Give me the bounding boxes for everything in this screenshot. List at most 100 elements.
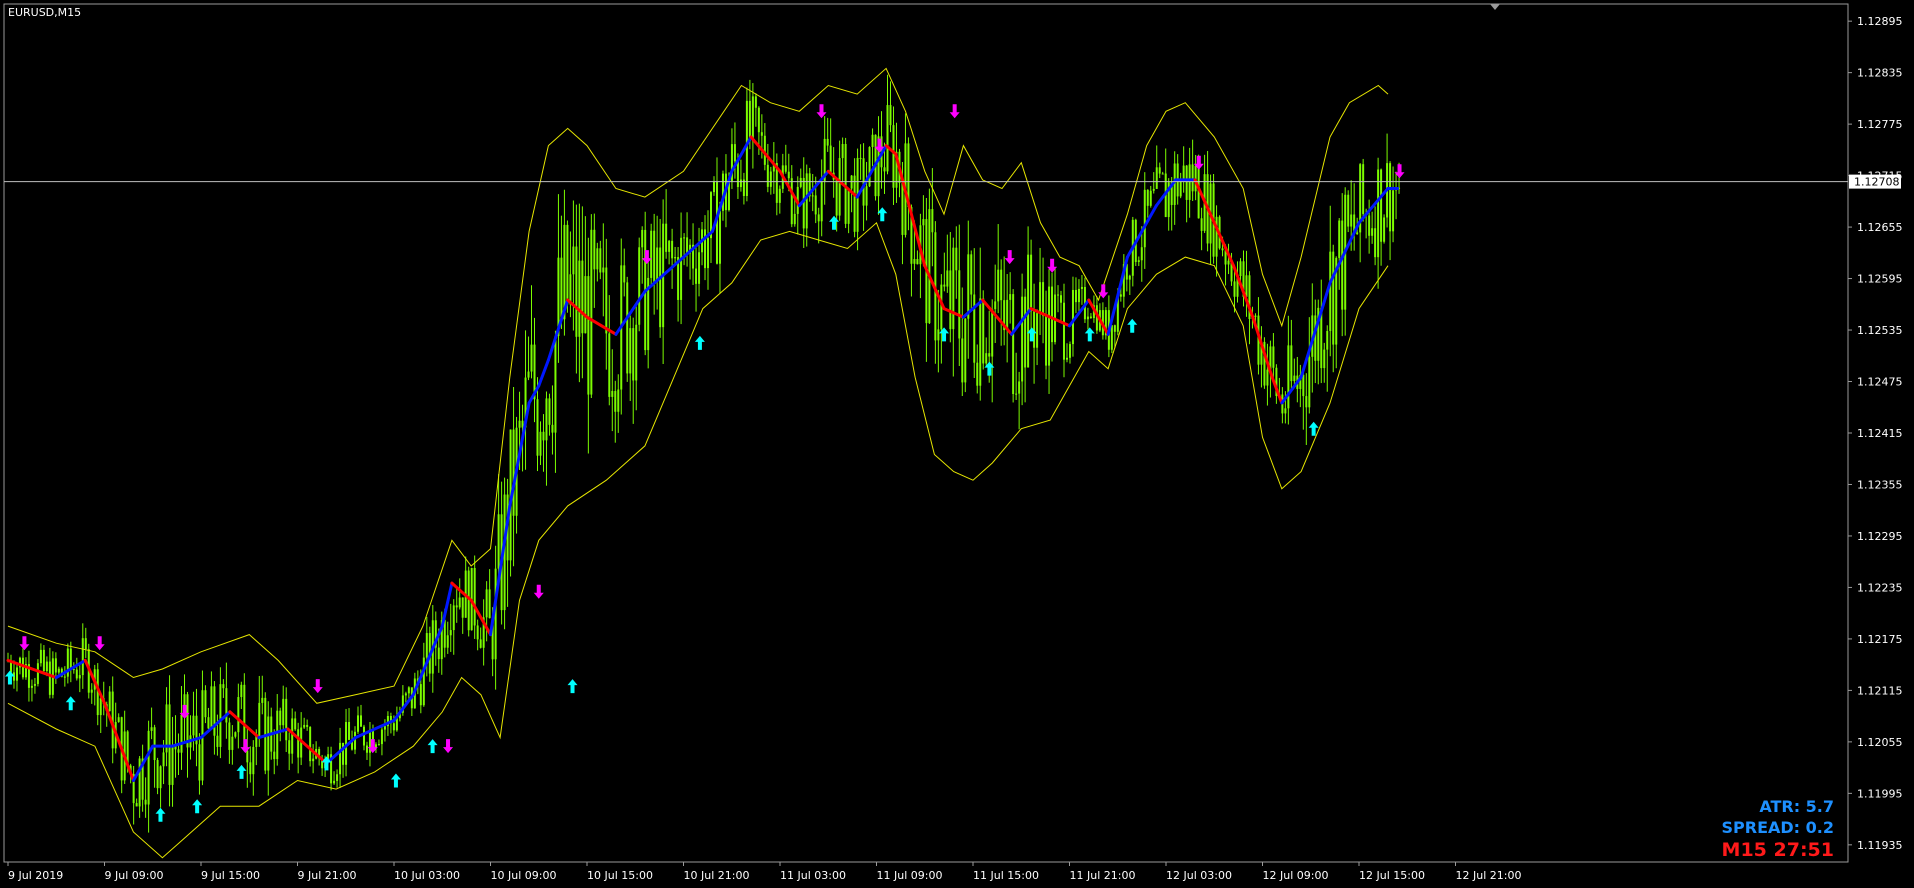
candle-body bbox=[844, 143, 847, 224]
candle-body bbox=[285, 698, 288, 741]
candle-body bbox=[605, 267, 608, 334]
candle-body bbox=[1188, 164, 1191, 200]
price-label: 1.12355 bbox=[1857, 478, 1903, 491]
candle-body bbox=[937, 329, 940, 341]
candle-body bbox=[33, 683, 36, 686]
candle-body bbox=[826, 138, 829, 146]
candle-body bbox=[587, 276, 590, 395]
candle-body bbox=[1113, 325, 1116, 332]
buy-arrow-icon bbox=[1127, 318, 1138, 333]
buy-arrow-icon bbox=[390, 773, 401, 788]
candle-body bbox=[769, 171, 772, 187]
chart-window[interactable]: 1.128951.128351.127751.127151.126551.125… bbox=[0, 0, 1914, 888]
candle-body bbox=[1239, 261, 1242, 277]
candle-body bbox=[1392, 190, 1395, 232]
candle-body bbox=[1245, 275, 1248, 297]
time-label: 11 Jul 21:00 bbox=[1070, 869, 1136, 882]
candle-body bbox=[982, 298, 985, 364]
candle-body bbox=[931, 209, 934, 233]
candle-body bbox=[1065, 357, 1068, 360]
candle-body bbox=[153, 727, 156, 761]
candle-body bbox=[449, 630, 452, 636]
candle-body bbox=[204, 690, 207, 718]
candle-body bbox=[99, 698, 102, 716]
candle-body bbox=[970, 254, 973, 295]
candle-body bbox=[404, 693, 407, 696]
candle-body bbox=[835, 179, 838, 216]
price-label: 1.12055 bbox=[1857, 736, 1903, 749]
candle-body bbox=[1221, 248, 1224, 251]
candle-body bbox=[892, 125, 895, 188]
candle-body bbox=[1030, 254, 1033, 312]
time-label: 12 Jul 03:00 bbox=[1166, 869, 1232, 882]
buy-arrow-icon bbox=[236, 764, 247, 779]
candle-body bbox=[1137, 260, 1140, 262]
sell-arrow-icon bbox=[949, 104, 960, 119]
candle-body bbox=[1227, 260, 1230, 265]
candle-body bbox=[1146, 189, 1149, 206]
candle-body bbox=[1021, 296, 1024, 382]
candle-body bbox=[754, 96, 757, 108]
candle-body bbox=[150, 727, 153, 731]
candle-body bbox=[976, 362, 979, 386]
candle-body bbox=[1068, 344, 1071, 358]
candle-body bbox=[656, 247, 659, 282]
ma-segment bbox=[1048, 315, 1071, 328]
candle-body bbox=[548, 398, 551, 425]
candle-body bbox=[1152, 188, 1155, 191]
candle-body bbox=[336, 774, 339, 781]
candle-body bbox=[1060, 295, 1063, 303]
candle-body bbox=[48, 661, 51, 695]
candle-body bbox=[922, 219, 925, 226]
candle-body bbox=[282, 698, 285, 726]
candle-body bbox=[572, 246, 575, 275]
candle-body bbox=[632, 328, 635, 381]
candle-body bbox=[309, 726, 312, 762]
ma-segment bbox=[238, 718, 261, 740]
candle-body bbox=[611, 390, 614, 397]
chart-shift-icon bbox=[1490, 4, 1500, 10]
candle-body bbox=[608, 333, 611, 397]
candle-body bbox=[602, 267, 605, 273]
candle-body bbox=[446, 635, 449, 648]
candle-body bbox=[485, 589, 488, 618]
candle-body bbox=[1368, 215, 1371, 236]
candle-body bbox=[1233, 281, 1236, 297]
buy-arrow-icon bbox=[65, 696, 76, 711]
candle-body bbox=[488, 589, 491, 619]
time-label: 10 Jul 15:00 bbox=[587, 869, 653, 882]
candle-body bbox=[1383, 217, 1386, 242]
price-chart[interactable]: 1.128951.128351.127751.127151.126551.125… bbox=[0, 0, 1914, 888]
candle-body bbox=[698, 252, 701, 284]
candle-body bbox=[865, 186, 868, 206]
candle-body bbox=[847, 188, 850, 224]
upper-band-line bbox=[7, 67, 1389, 704]
ma-segment bbox=[257, 727, 290, 740]
candle-body bbox=[246, 750, 249, 763]
candle-body bbox=[380, 729, 383, 745]
candle-body bbox=[231, 736, 234, 750]
candle-body bbox=[407, 687, 410, 694]
time-label: 11 Jul 03:00 bbox=[780, 869, 846, 882]
candle-body bbox=[497, 514, 500, 569]
candle-body bbox=[784, 165, 787, 172]
candle-body bbox=[90, 689, 93, 693]
candle-body bbox=[1057, 294, 1060, 296]
buy-arrow-icon bbox=[694, 335, 705, 350]
candle-body bbox=[979, 298, 982, 386]
candle-body bbox=[1200, 218, 1203, 231]
candle-body bbox=[237, 697, 240, 733]
time-label: 10 Jul 09:00 bbox=[491, 869, 557, 882]
candle-body bbox=[536, 399, 539, 456]
candle-body bbox=[135, 803, 138, 807]
candle-body bbox=[1086, 316, 1089, 320]
buy-arrow-icon bbox=[192, 799, 203, 814]
candle-body bbox=[1284, 408, 1287, 414]
candle-body bbox=[1350, 214, 1353, 227]
candle-body bbox=[1128, 275, 1131, 280]
candle-body bbox=[793, 213, 796, 225]
candle-body bbox=[1305, 396, 1308, 408]
time-label: 9 Jul 09:00 bbox=[105, 869, 164, 882]
candle-body bbox=[1362, 164, 1365, 214]
candle-body bbox=[964, 318, 967, 383]
